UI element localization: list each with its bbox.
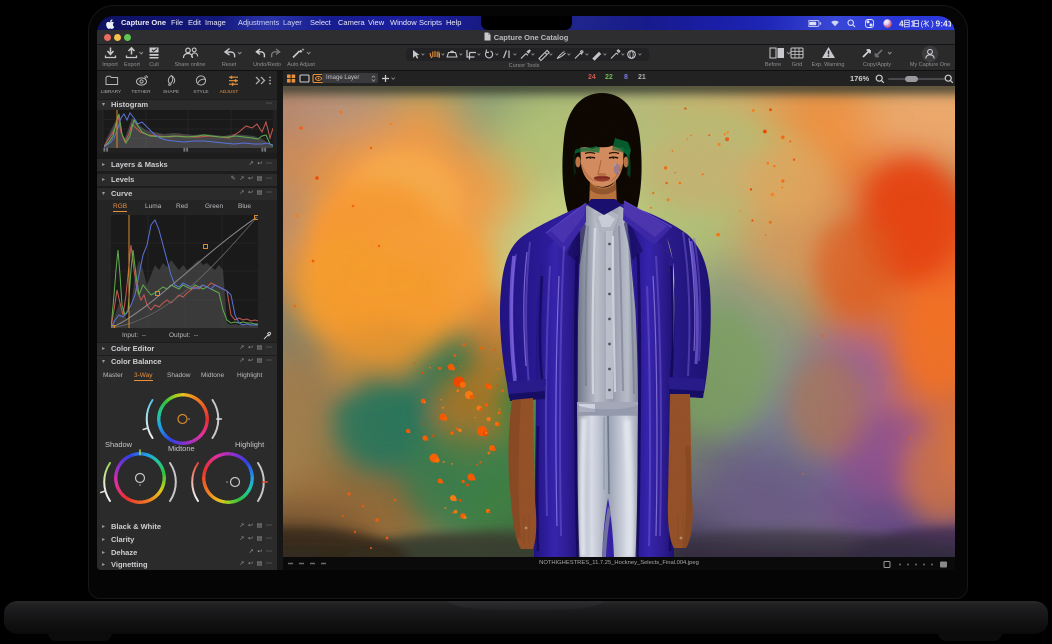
svg-text:Highlight: Highlight <box>235 440 265 449</box>
svg-text:Midtone: Midtone <box>168 444 195 453</box>
svg-text:Shadow: Shadow <box>105 440 133 449</box>
